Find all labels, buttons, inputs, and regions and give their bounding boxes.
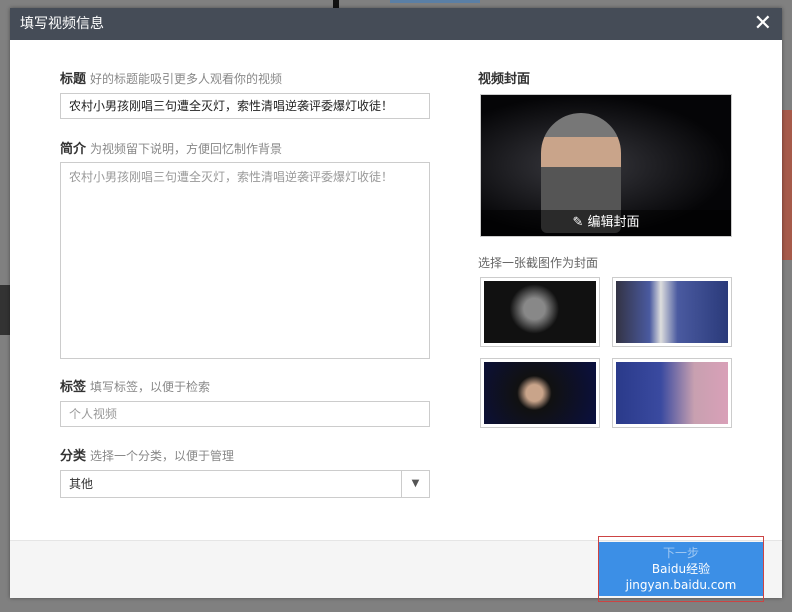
intro-textarea[interactable]: 农村小男孩刚唱三句遭全灭灯，索性清唱逆袭评委爆灯收徒！ [60,162,430,359]
screenshot-thumbnail[interactable] [480,277,600,347]
cover-label: 视频封面 [478,72,531,87]
background [333,0,339,8]
edit-cover-button[interactable]: ✎ 编辑封面 [481,210,731,236]
category-select[interactable]: 其他 ▼ [60,470,430,498]
title-input[interactable]: 农村小男孩刚唱三句遭全灭灯，索性清唱逆袭评委爆灯收徒！ [60,93,430,119]
background [0,285,10,335]
dialog-header: 填写视频信息 ✕ [10,8,782,40]
cover-image: ✎ 编辑封面 [480,94,732,237]
screenshot-thumbnail[interactable] [612,358,732,428]
category-value: 其他 [69,477,94,491]
next-button[interactable]: 下一步 Baidu经验 jingyan.baidu.com [598,536,764,602]
screenshot-thumbnail[interactable] [480,358,600,428]
tags-input[interactable]: 个人视频 [60,401,430,427]
title-label: 标题 好的标题能吸引更多人观看你的视频 [60,72,283,87]
intro-label: 简介 为视频留下说明，方便回忆制作背景 [60,142,283,157]
category-label: 分类 选择一个分类，以便于管理 [60,449,235,464]
video-info-dialog: 填写视频信息 ✕ 标题 好的标题能吸引更多人观看你的视频 农村小男孩刚唱三句遭全灭… [10,8,782,602]
dialog-title: 填写视频信息 [20,16,104,32]
background [390,0,480,3]
chevron-down-icon[interactable]: ▼ [401,471,429,497]
dialog-footer: 下一步 Baidu经验 jingyan.baidu.com [10,536,782,602]
choose-screenshot-label: 选择一张截图作为封面 [478,256,599,270]
close-icon[interactable]: ✕ [754,8,772,40]
tags-label: 标签 填写标签，以便于检索 [60,380,211,395]
watermark: 下一步 Baidu经验 jingyan.baidu.com [599,542,763,596]
screenshot-thumbnail[interactable] [612,277,732,347]
background [782,110,792,260]
